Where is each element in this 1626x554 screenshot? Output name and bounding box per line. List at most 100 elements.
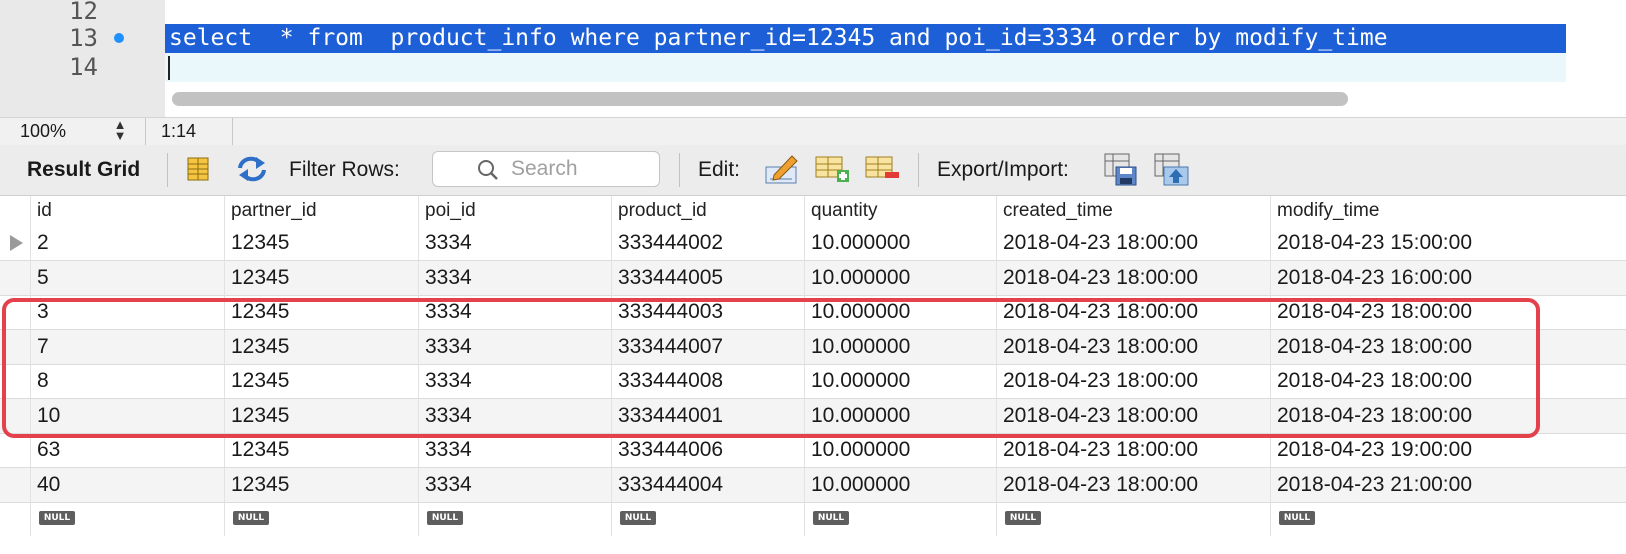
table-cell-created_time[interactable]: 2018-04-23 18:00:00 <box>996 260 1270 295</box>
table-row[interactable]: 10 12345 3334 333444001 10.000000 2018-04-23 … <box>0 398 1626 434</box>
table-cell-partner_id[interactable]: 12345 <box>224 467 418 502</box>
table-cell-modify_time[interactable]: 2018-04-23 18:00:00 <box>1270 329 1626 364</box>
table-cell-created_time[interactable]: NULL <box>996 502 1270 536</box>
table-row[interactable]: 7 12345 3334 333444007 10.000000 2018-04-23 1… <box>0 329 1626 365</box>
result-toolbar: Result Grid Filter Rows: Search Edit: Ex… <box>0 145 1626 196</box>
table-row[interactable]: 40 12345 3334 333444004 10.000000 2018-04-23 … <box>0 467 1626 503</box>
table-cell-product_id[interactable]: 333444001 <box>611 398 804 433</box>
table-cell-modify_time[interactable]: 2018-04-23 18:00:00 <box>1270 295 1626 329</box>
result-grid-label[interactable]: Result Grid <box>27 158 140 182</box>
table-cell-quantity[interactable]: 10.000000 <box>804 295 996 329</box>
table-cell-partner_id[interactable]: 12345 <box>224 433 418 467</box>
table-cell-created_time[interactable]: 2018-04-23 18:00:00 <box>996 329 1270 364</box>
new-row-placeholder[interactable]: NULL NULL NULL NULL NULL NULL NULL <box>0 502 1626 536</box>
table-cell-poi_id[interactable]: 3334 <box>418 433 611 467</box>
table-cell-id[interactable]: 5 <box>30 260 224 295</box>
table-cell-modify_time[interactable]: 2018-04-23 15:00:00 <box>1270 226 1626 260</box>
table-cell-modify_time[interactable]: 2018-04-23 18:00:00 <box>1270 398 1626 433</box>
column-header[interactable]: id <box>30 196 224 226</box>
filter-search-input[interactable]: Search <box>432 151 660 187</box>
horizontal-scrollbar[interactable] <box>172 92 1348 106</box>
table-cell-product_id[interactable]: 333444004 <box>611 467 804 502</box>
table-cell-created_time[interactable]: 2018-04-23 18:00:00 <box>996 295 1270 329</box>
column-form-icon[interactable] <box>186 157 210 187</box>
table-cell-partner_id[interactable]: 12345 <box>224 364 418 398</box>
table-cell-product_id[interactable]: 333444008 <box>611 364 804 398</box>
chevron-down-icon[interactable]: ▼ <box>114 128 127 143</box>
column-header[interactable]: created_time <box>996 196 1270 226</box>
toolbar-separator <box>918 153 919 187</box>
export-icon[interactable] <box>1104 153 1138 193</box>
table-cell-poi_id[interactable]: 3334 <box>418 398 611 433</box>
table-row[interactable]: 3 12345 3334 333444003 10.000000 2018-04-23 1… <box>0 295 1626 330</box>
column-header[interactable]: product_id <box>611 196 804 226</box>
table-cell-poi_id[interactable]: 3334 <box>418 329 611 364</box>
table-cell-id[interactable]: 63 <box>30 433 224 467</box>
table-cell-quantity[interactable]: 10.000000 <box>804 398 996 433</box>
table-cell-partner_id[interactable]: 12345 <box>224 295 418 329</box>
zoom-stepper[interactable]: ▲ ▼ <box>112 118 128 143</box>
table-cell-created_time[interactable]: 2018-04-23 18:00:00 <box>996 226 1270 260</box>
table-cell-partner_id[interactable]: 12345 <box>224 329 418 364</box>
table-cell-poi_id[interactable]: 3334 <box>418 295 611 329</box>
table-cell-id[interactable]: 10 <box>30 398 224 433</box>
table-cell-poi_id[interactable]: 3334 <box>418 467 611 502</box>
column-header[interactable]: partner_id <box>224 196 418 226</box>
table-cell-quantity[interactable]: 10.000000 <box>804 467 996 502</box>
search-icon <box>477 159 499 187</box>
code-line-current[interactable] <box>165 53 1566 82</box>
table-row[interactable]: 63 12345 3334 333444006 10.000000 2018-04-23 … <box>0 433 1626 468</box>
table-cell-id[interactable]: 2 <box>30 226 224 260</box>
sql-editor[interactable]: 12 13 14 select * from product_info wher… <box>0 0 1626 117</box>
column-header[interactable]: poi_id <box>418 196 611 226</box>
table-cell-id[interactable]: 7 <box>30 329 224 364</box>
table-cell-partner_id[interactable]: 12345 <box>224 226 418 260</box>
refresh-icon[interactable] <box>236 155 268 189</box>
table-cell-created_time[interactable]: 2018-04-23 18:00:00 <box>996 433 1270 467</box>
table-cell-modify_time[interactable]: 2018-04-23 16:00:00 <box>1270 260 1626 295</box>
table-cell-partner_id[interactable]: 12345 <box>224 398 418 433</box>
import-icon[interactable] <box>1154 153 1190 193</box>
table-cell-product_id[interactable]: 333444002 <box>611 226 804 260</box>
table-cell-modify_time[interactable]: 2018-04-23 19:00:00 <box>1270 433 1626 467</box>
table-cell-product_id[interactable]: 333444006 <box>611 433 804 467</box>
table-row[interactable]: 5 12345 3334 333444005 10.000000 2018-04-23 1… <box>0 260 1626 296</box>
table-cell-quantity[interactable]: 10.000000 <box>804 364 996 398</box>
table-cell-quantity[interactable]: 10.000000 <box>804 260 996 295</box>
table-cell-product_id[interactable]: NULL <box>611 502 804 536</box>
table-cell-quantity[interactable]: 10.000000 <box>804 329 996 364</box>
table-cell-poi_id[interactable]: 3334 <box>418 260 611 295</box>
column-header[interactable]: quantity <box>804 196 996 226</box>
table-cell-poi_id[interactable]: 3334 <box>418 364 611 398</box>
table-cell-created_time[interactable]: 2018-04-23 18:00:00 <box>996 467 1270 502</box>
table-cell-partner_id[interactable]: NULL <box>224 502 418 536</box>
insert-row-icon[interactable] <box>815 154 851 190</box>
table-cell-id[interactable]: 8 <box>30 364 224 398</box>
table-cell-quantity[interactable]: 10.000000 <box>804 433 996 467</box>
editor-status-bar: 100% ▲ ▼ 1:14 <box>0 117 1626 146</box>
table-cell-quantity[interactable]: 10.000000 <box>804 226 996 260</box>
table-cell-created_time[interactable]: 2018-04-23 18:00:00 <box>996 364 1270 398</box>
table-cell-poi_id[interactable]: 3334 <box>418 226 611 260</box>
current-statement-marker <box>114 33 124 43</box>
column-header[interactable]: modify_time <box>1270 196 1626 226</box>
table-cell-product_id[interactable]: 333444003 <box>611 295 804 329</box>
table-cell-id[interactable]: NULL <box>30 502 224 536</box>
table-row[interactable]: 2 12345 3334 333444002 10.000000 2018-04-23 1… <box>0 226 1626 261</box>
edit-row-icon[interactable] <box>764 153 800 191</box>
table-cell-partner_id[interactable]: 12345 <box>224 260 418 295</box>
table-cell-quantity[interactable]: NULL <box>804 502 996 536</box>
code-line-selected[interactable]: select * from product_info where partner… <box>165 24 1566 53</box>
table-cell-id[interactable]: 40 <box>30 467 224 502</box>
table-cell-modify_time[interactable]: 2018-04-23 21:00:00 <box>1270 467 1626 502</box>
table-cell-id[interactable]: 3 <box>30 295 224 329</box>
table-cell-poi_id[interactable]: NULL <box>418 502 611 536</box>
delete-row-icon[interactable] <box>865 154 901 190</box>
table-cell-product_id[interactable]: 333444007 <box>611 329 804 364</box>
table-cell-modify_time[interactable]: 2018-04-23 18:00:00 <box>1270 364 1626 398</box>
table-cell-created_time[interactable]: 2018-04-23 18:00:00 <box>996 398 1270 433</box>
table-cell-product_id[interactable]: 333444005 <box>611 260 804 295</box>
table-row[interactable]: 8 12345 3334 333444008 10.000000 2018-04-23 1… <box>0 364 1626 399</box>
zoom-level[interactable]: 100% <box>20 121 66 142</box>
table-cell-modify_time[interactable]: NULL <box>1270 502 1626 536</box>
